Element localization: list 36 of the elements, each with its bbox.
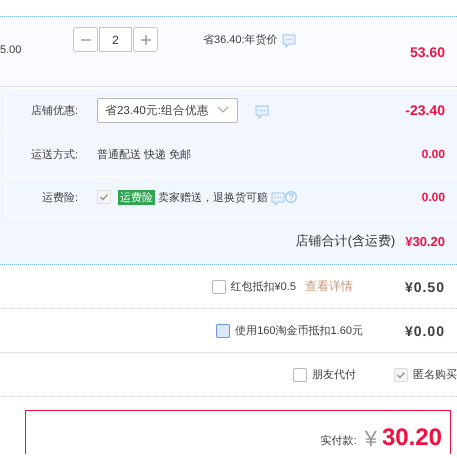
chat-icon — [271, 192, 285, 206]
row-amount: 0.00 — [422, 190, 445, 204]
chat-icon — [254, 105, 269, 119]
option-label: 匿名购买 — [413, 368, 457, 382]
plus-button[interactable] — [133, 27, 158, 52]
shop-total-amount: ¥30.20 — [405, 234, 445, 248]
row-label: 店铺优惠: — [30, 104, 78, 118]
shipping-method: 普通配送 快递 免邮 — [97, 148, 192, 162]
promotion-text: 省36.40:年货价 — [203, 32, 278, 46]
minus-button[interactable] — [73, 27, 98, 52]
coupon-dropdown[interactable]: 省23.40元:组合优惠 — [97, 98, 238, 122]
discount-amount: ¥0.50 — [404, 278, 445, 294]
currency-symbol: ¥ — [364, 428, 377, 450]
payment-amount: 30.20 — [382, 426, 442, 450]
insurance-text: 卖家赠送，退换货可赔 — [158, 190, 268, 204]
row-amount: 0.00 — [422, 147, 445, 161]
chat-icon — [282, 34, 296, 48]
row-amount: -23.40 — [405, 102, 445, 118]
row-label: 运送方式: — [30, 148, 78, 162]
plus-icon — [140, 34, 152, 46]
subtotal: 53.60 — [410, 44, 445, 60]
checkbox[interactable] — [212, 280, 226, 294]
checkbox[interactable] — [293, 368, 307, 382]
payment-label: 实付款: — [320, 434, 357, 448]
checkbox[interactable] — [216, 324, 230, 338]
discount-amount: ¥0.00 — [404, 322, 445, 338]
discount-label: 红包抵扣¥0.5 — [230, 280, 296, 294]
option-label: 朋友代付 — [312, 368, 356, 382]
quantity-field[interactable]: 2 — [99, 27, 132, 52]
insurance-tag: 运费险 — [118, 190, 155, 204]
help-icon — [285, 191, 297, 203]
discount-label: 使用160淘金币抵扣1.60元 — [235, 324, 363, 338]
unit-price: 5.00 — [0, 44, 22, 56]
chevron-down-icon — [216, 106, 229, 114]
shop-total-label: 店铺合计(含运费) — [296, 232, 396, 250]
row-label: 运费险: — [40, 190, 78, 204]
